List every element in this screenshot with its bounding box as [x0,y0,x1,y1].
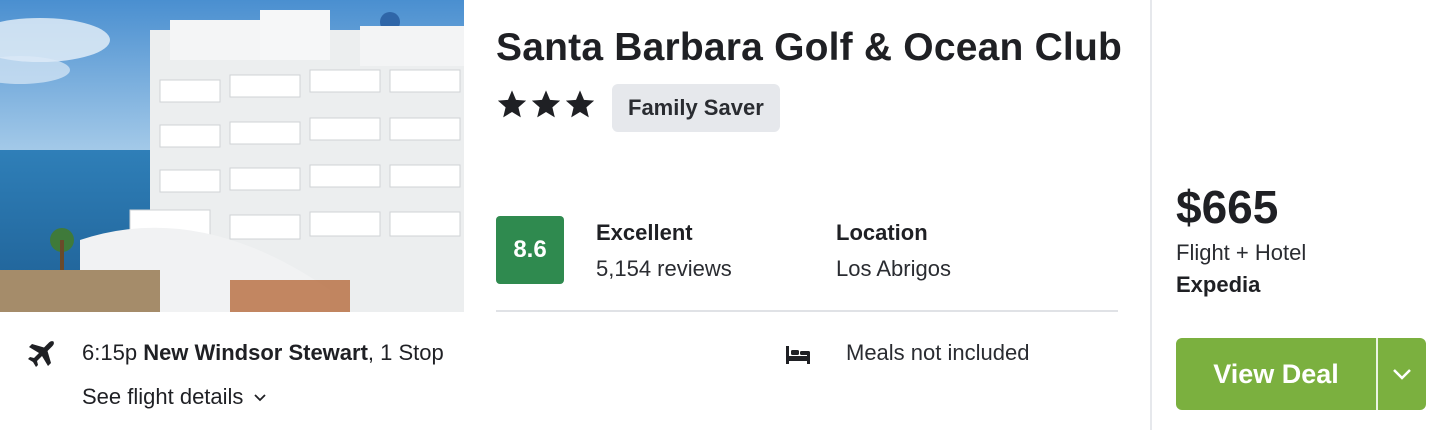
star-icon [531,90,561,118]
review-count[interactable]: 5,154 reviews [596,256,732,282]
view-deal-button[interactable]: View Deal [1176,338,1376,410]
bed-icon [786,346,810,364]
hotel-photo-graphic [0,0,464,312]
rating-label: Excellent [596,220,693,245]
star-rating [496,88,596,120]
view-deal-button-group: View Deal [1176,338,1426,410]
chevron-down-icon [1393,369,1411,380]
location-label: Location [836,220,928,245]
plane-icon [28,341,54,367]
flight-stops: , 1 Stop [367,340,444,365]
see-flight-details-link[interactable]: See flight details [82,384,267,410]
price: $665 [1176,181,1279,233]
hotel-name[interactable]: Santa Barbara Golf & Ocean Club [496,26,1122,70]
button-divider [1376,338,1378,410]
flight-details-label: See flight details [82,384,244,409]
more-deals-dropdown[interactable] [1378,338,1426,410]
location-value: Los Abrigos [836,256,951,281]
package-type: Flight + Hotel [1176,240,1307,265]
flight-origin: New Windsor Stewart [143,340,368,365]
flight-time: 6:15p [82,340,138,365]
hotel-result-card: 6:15p New Windsor Stewart, 1 Stop See fl… [0,0,1448,430]
hotel-photo[interactable] [0,0,464,312]
family-saver-badge: Family Saver [612,84,780,132]
divider [496,310,1118,312]
star-icon [565,90,595,118]
flight-info: 6:15p New Windsor Stewart, 1 Stop [82,340,444,366]
flight-summary: 6:15p New Windsor Stewart, 1 Stop [26,336,466,372]
chevron-down-icon [254,394,267,402]
provider-name: Expedia [1176,272,1261,297]
meals-info: Meals not included [846,340,1030,365]
column-divider [1150,0,1152,430]
star-icon [497,90,527,118]
review-score-badge: 8.6 [496,216,564,284]
